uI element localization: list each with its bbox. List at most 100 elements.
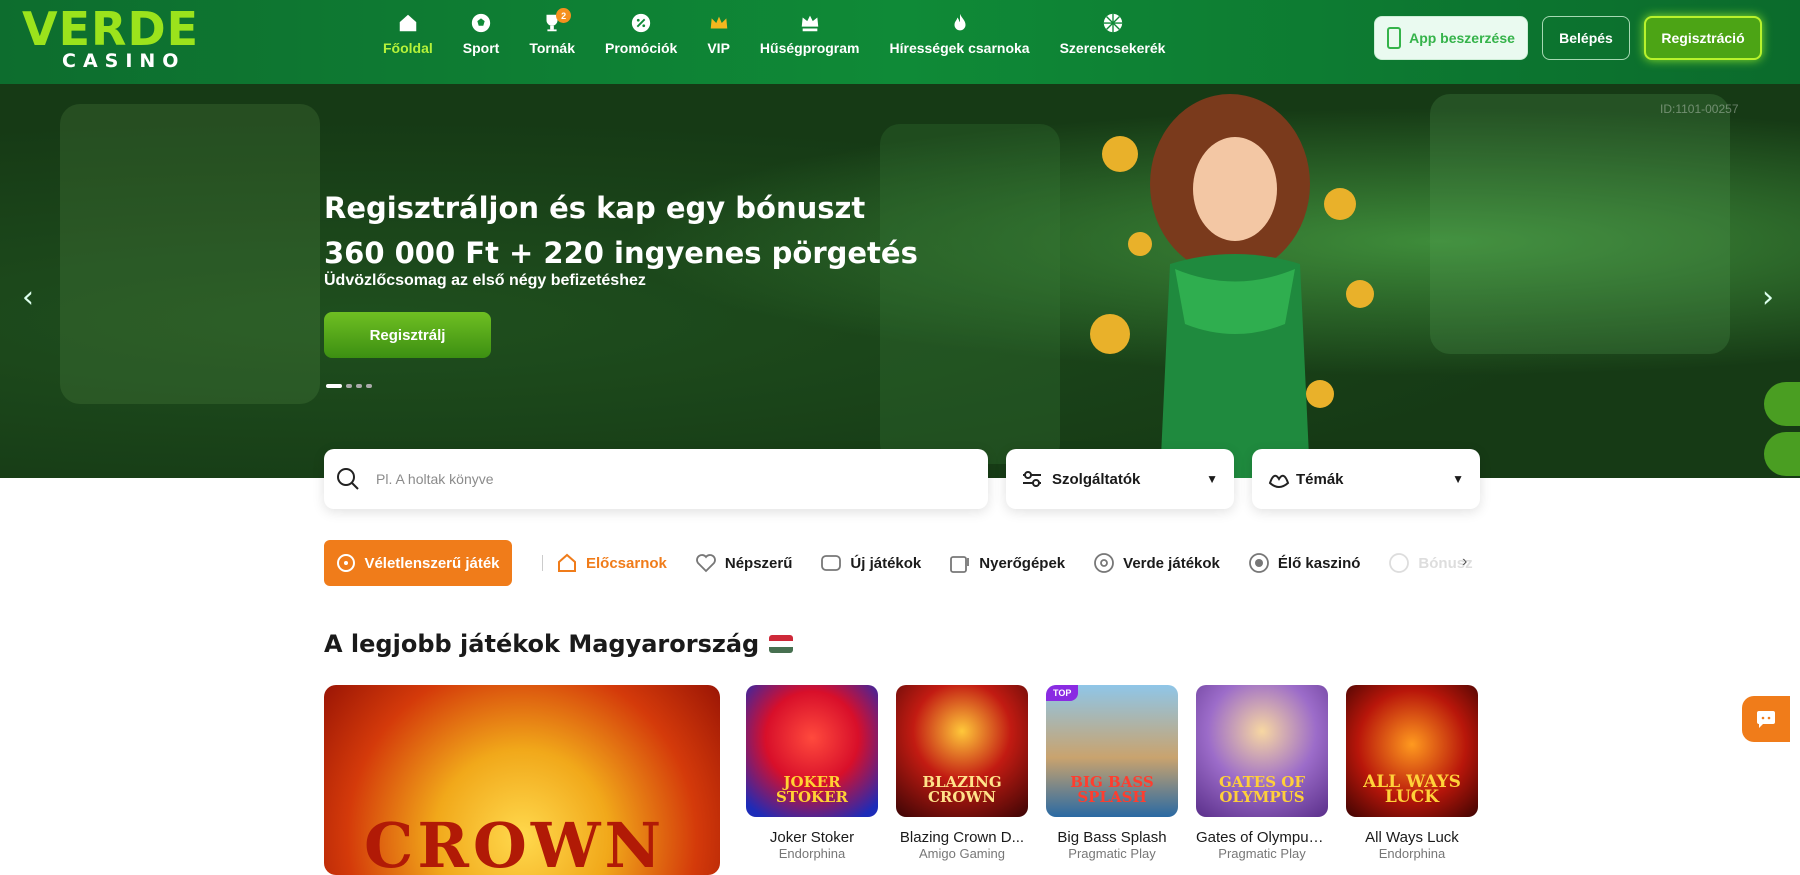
game-title: Blazing Crown D... xyxy=(899,829,1025,846)
nav-item-tournaments[interactable]: 2 Tornák xyxy=(514,8,590,56)
lobby-icon xyxy=(558,553,576,572)
chevron-down-icon: ▼ xyxy=(1206,472,1218,486)
logo-subtitle: CASINO xyxy=(62,50,186,72)
tab-new-games[interactable]: Új játékok xyxy=(820,553,949,573)
game-art: BLAZING CROWN xyxy=(922,773,1002,806)
promo-code: ID:1101-00257 xyxy=(1660,102,1739,116)
tab-popular[interactable]: Népszerű xyxy=(695,553,821,573)
verde-casino-logo[interactable]: VERDE CASINO xyxy=(22,2,202,72)
slide-dot[interactable] xyxy=(366,384,372,388)
game-art: JOKER STOKER xyxy=(776,773,848,806)
tab-label: Nyerőgépek xyxy=(979,554,1066,572)
slide-dot[interactable] xyxy=(326,384,342,388)
background-blur xyxy=(60,104,320,404)
random-game-button[interactable]: Véletlenszerű játék xyxy=(324,540,512,586)
hero-register-button[interactable]: Regisztrálj xyxy=(324,312,491,358)
search-icon xyxy=(337,468,359,490)
background-blur xyxy=(880,124,1060,464)
chat-support-button[interactable] xyxy=(1742,696,1790,742)
flame-icon xyxy=(954,13,966,31)
game-thumbnail: BLAZING CROWN xyxy=(896,685,1028,817)
tab-verde-games[interactable]: Verde játékok xyxy=(1093,552,1248,574)
soccer-ball-icon xyxy=(471,13,491,33)
live-casino-icon xyxy=(1248,553,1269,573)
tab-label: Népszerű xyxy=(724,554,793,572)
slide-dot[interactable] xyxy=(356,384,362,388)
nav-item-home[interactable]: Főoldal xyxy=(368,12,448,56)
bonus-icon xyxy=(1389,553,1410,573)
game-search-bar xyxy=(324,449,988,509)
hero-subtitle: Üdvözlőcsomag az első négy befizetéshez xyxy=(324,272,646,289)
game-provider: Endorphina xyxy=(778,846,846,861)
game-provider: Pragmatic Play xyxy=(1068,846,1156,861)
loyalty-crown-icon xyxy=(801,15,818,32)
nav-label: Promóciók xyxy=(604,40,678,56)
chevron-right-icon[interactable]: › xyxy=(1462,553,1467,571)
game-card[interactable]: BLAZING CROWN Blazing Crown D... Amigo G… xyxy=(896,685,1028,861)
nav-item-promotions[interactable]: Promóciók xyxy=(590,12,692,56)
home-icon xyxy=(399,14,417,32)
game-thumbnail: JOKER STOKER xyxy=(746,685,878,817)
game-title: Big Bass Splash xyxy=(1057,829,1167,846)
treasure-side-tab[interactable] xyxy=(1764,382,1800,426)
notification-badge: 2 xyxy=(556,8,572,23)
get-app-button[interactable]: App beszerzése xyxy=(1374,16,1528,60)
featured-game-card[interactable]: CROWN xyxy=(324,685,720,875)
logo-wordmark: VERDE xyxy=(22,2,200,56)
tab-label: Új játékok xyxy=(850,554,922,572)
login-button[interactable]: Belépés xyxy=(1542,16,1630,60)
game-title: Gates of Olympus... xyxy=(1196,829,1328,846)
tab-label: Verde játékok xyxy=(1123,554,1220,572)
game-thumbnail: ALL WAYS LUCK xyxy=(1346,685,1478,817)
mascot-illustration xyxy=(1090,94,1374,478)
get-app-label: App beszerzése xyxy=(1409,30,1515,46)
nav-item-fortune-wheel[interactable]: Szerencsekerék xyxy=(1045,12,1181,56)
slider-dots xyxy=(326,384,372,388)
game-provider: Amigo Gaming xyxy=(919,846,1005,861)
tab-lobby[interactable]: Előcsarnok xyxy=(556,552,695,574)
game-thumbnail: GATES OF OLYMPUS xyxy=(1196,685,1328,817)
section-title-text: A legjobb játékok Magyarország xyxy=(324,630,760,658)
tab-label: Élő kaszinó xyxy=(1277,554,1361,572)
nav-item-hall-of-fame[interactable]: Hírességek csarnoka xyxy=(875,12,1045,56)
nav-item-vip[interactable]: VIP xyxy=(692,12,745,56)
chevron-down-icon: ▼ xyxy=(1452,472,1464,486)
nav-item-loyalty[interactable]: Hűségprogram xyxy=(745,12,875,56)
search-input[interactable] xyxy=(376,471,936,487)
themes-dropdown[interactable]: Témák ▼ xyxy=(1252,449,1480,509)
category-tabs: Előcsarnok Népszerű Új játékok Nyerőgépe… xyxy=(556,540,1476,586)
game-card[interactable]: ALL WAYS LUCK All Ways Luck Endorphina xyxy=(1346,685,1478,861)
crown-icon xyxy=(710,16,727,29)
tab-live-casino[interactable]: Élő kaszinó xyxy=(1248,552,1389,574)
hero-title-line2: 360 000 Ft + 220 ingyenes pörgetés xyxy=(324,236,918,270)
verde-icon xyxy=(1094,553,1115,573)
hero-title-line1: Regisztráljon és kap egy bónuszt xyxy=(324,191,866,225)
nav-item-sport[interactable]: Sport xyxy=(448,12,515,56)
section-title: A legjobb játékok Magyarország xyxy=(324,630,794,658)
nav-label: Főoldal xyxy=(383,40,433,56)
game-card[interactable]: GATES OF OLYMPUS Gates of Olympus... Pra… xyxy=(1196,685,1328,861)
background-blur xyxy=(1430,94,1730,354)
nav-label: Hűségprogram xyxy=(759,40,860,56)
game-card[interactable]: JOKER STOKER Joker Stoker Endorphina xyxy=(746,685,878,861)
slot-machine-icon xyxy=(950,556,970,573)
game-art: GATES OF OLYMPUS xyxy=(1219,773,1305,806)
game-art: ALL WAYS LUCK xyxy=(1363,772,1461,807)
top-badge: TOP xyxy=(1046,685,1079,701)
heart-icon xyxy=(695,554,716,573)
providers-dropdown[interactable]: Szolgáltatók ▼ xyxy=(1006,449,1234,509)
chat-icon xyxy=(1757,711,1775,728)
game-thumbnail: TOP BIG BASS SPLASH xyxy=(1046,685,1178,817)
tab-label: Előcsarnok xyxy=(586,554,667,572)
register-button[interactable]: Regisztráció xyxy=(1644,16,1762,60)
divider xyxy=(542,555,543,571)
dice-icon xyxy=(337,554,356,572)
tab-slots[interactable]: Nyerőgépek xyxy=(949,552,1093,574)
game-card[interactable]: TOP BIG BASS SPLASH Big Bass Splash Prag… xyxy=(1046,685,1178,861)
prev-slide-icon[interactable]: ‹ xyxy=(22,280,34,315)
gift-icon xyxy=(631,13,651,33)
next-slide-icon[interactable]: › xyxy=(1762,280,1774,315)
slide-dot[interactable] xyxy=(346,384,352,388)
themes-icon xyxy=(1268,474,1290,488)
trophy-side-tab[interactable] xyxy=(1764,432,1800,476)
